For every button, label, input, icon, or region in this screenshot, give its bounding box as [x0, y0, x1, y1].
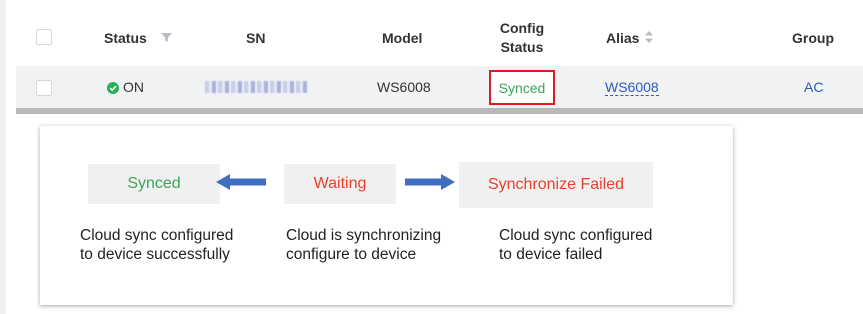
row-group-link[interactable]: AC	[804, 79, 823, 95]
legend-waiting-desc-line2: configure to device	[286, 246, 417, 263]
config-status-header-line1: Config	[499, 20, 545, 36]
config-status-header-line2: Status	[500, 39, 544, 55]
select-all-checkbox[interactable]	[36, 29, 52, 45]
legend-failed-desc-line2: to device failed	[499, 246, 603, 263]
filter-icon[interactable]	[161, 32, 172, 43]
legend-failed-label: Synchronize Failed	[487, 176, 625, 193]
legend-failed-chip: Synchronize Failed	[459, 162, 653, 208]
row-config-status-label: Synced	[498, 79, 546, 96]
serial-number-redacted	[205, 81, 307, 93]
arrow-right-icon	[405, 174, 455, 190]
legend-waiting-description: Cloud is synchronizing configure to devi…	[286, 226, 441, 264]
row-alias[interactable]: WS6008	[605, 79, 659, 96]
sort-icon[interactable]	[645, 31, 653, 43]
legend-failed-description: Cloud sync configured to device failed	[499, 226, 652, 264]
legend-synced-label: Synced	[127, 175, 181, 192]
legend-failed-desc-line1: Cloud sync configured	[499, 227, 653, 244]
row-group[interactable]: AC	[804, 79, 823, 95]
legend-synced-chip: Synced	[88, 164, 220, 204]
legend-waiting-chip: Waiting	[284, 164, 396, 204]
column-header-alias[interactable]: Alias	[606, 30, 639, 46]
table-row[interactable]: ON WS6008 Synced WS6008 AC	[16, 66, 863, 108]
table-scrollbar[interactable]	[16, 108, 863, 114]
row-status: ON	[123, 79, 144, 95]
column-header-config-status: Config Status	[495, 19, 549, 57]
table-header: Status SN Model Config Status Alias Grou…	[6, 0, 863, 64]
legend-synced-desc-line1: Cloud sync configured	[80, 227, 234, 244]
column-header-sn: SN	[246, 30, 266, 46]
column-header-status[interactable]: Status	[104, 30, 147, 46]
legend-waiting-desc-line1: Cloud is synchronizing	[286, 227, 442, 244]
row-alias-link[interactable]: WS6008	[605, 79, 659, 96]
column-header-group: Group	[792, 30, 834, 46]
row-config-status-synced: Synced	[489, 70, 555, 105]
legend-waiting-label: Waiting	[313, 175, 367, 192]
config-status-legend: Synced Waiting Synchronize Failed Cloud …	[40, 126, 733, 305]
column-header-model: Model	[382, 30, 423, 46]
legend-synced-desc-line2: to device successfully	[80, 246, 230, 263]
row-checkbox[interactable]	[36, 80, 52, 96]
arrow-left-icon	[216, 174, 266, 190]
legend-synced-description: Cloud sync configured to device successf…	[80, 226, 233, 264]
row-model: WS6008	[377, 79, 431, 95]
check-circle-icon	[107, 82, 119, 94]
